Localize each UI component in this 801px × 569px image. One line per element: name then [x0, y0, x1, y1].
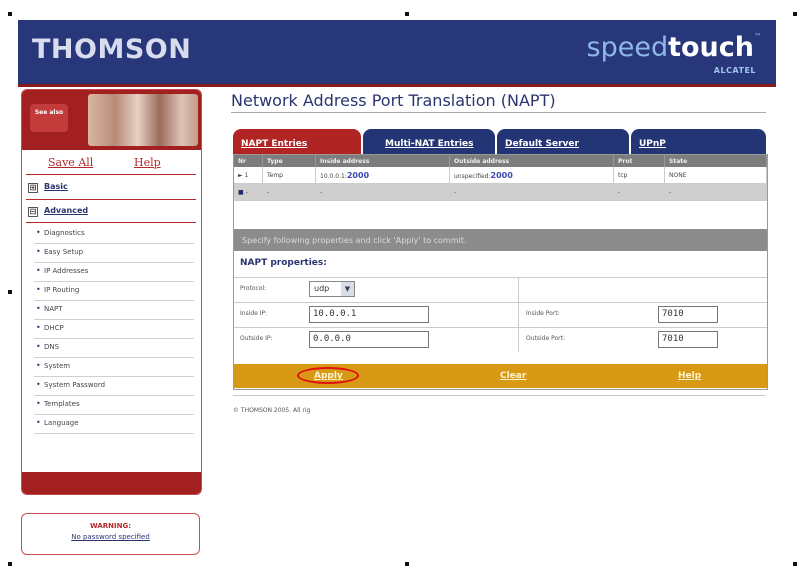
protocol-select[interactable]: udp ▼	[309, 281, 355, 297]
form-row-outside: Outside IP: 0.0.0.0 Outside Port: 7010	[234, 327, 767, 352]
corner-handle	[405, 562, 409, 566]
sidebar-item-system[interactable]: • System	[34, 359, 194, 377]
divider	[26, 222, 196, 223]
inside-port-input[interactable]: 7010	[658, 306, 718, 323]
row-cell-outside: unspecified:2000	[449, 167, 614, 184]
row-cell-type: Temp	[262, 167, 316, 184]
table-row[interactable]: ► 1 Temp 10.0.0.1:2000 unspecified:2000 …	[234, 167, 767, 184]
outside-port-label: Outside Port:	[526, 335, 565, 342]
outside-ip-input[interactable]: 0.0.0.0	[309, 331, 429, 348]
form-row-protocol: Protocol: udp ▼	[234, 277, 767, 302]
divider	[518, 278, 519, 302]
row-cell-state: -	[664, 183, 767, 201]
inside-port-label: Inside Port:	[526, 310, 560, 317]
divider	[233, 395, 766, 396]
sidebar-item-diagnostics[interactable]: • Diagnostics	[34, 226, 194, 244]
sidebar-item-ip-addresses[interactable]: • IP Addresses	[34, 264, 194, 282]
column-header: Outside address	[449, 155, 614, 167]
table-header-row: Nr Type Inside address Outside address P…	[234, 155, 767, 167]
corner-handle	[405, 12, 409, 16]
outside-port-input[interactable]: 7010	[658, 331, 718, 348]
sidebar-item-ip-routing[interactable]: • IP Routing	[34, 283, 194, 301]
table-row[interactable]: ■ - - - - - -	[234, 183, 767, 201]
help-link[interactable]: Help	[134, 156, 161, 169]
warning-box: WARNING: No password specified	[21, 513, 200, 555]
protocol-label: Protocol:	[240, 285, 267, 292]
expand-icon[interactable]: ⊞	[28, 183, 38, 193]
sidebar-item-templates[interactable]: • Templates	[34, 397, 194, 415]
sidebar-section-basic[interactable]: ⊞ Basic	[26, 180, 196, 198]
sidebar-footer	[22, 472, 201, 494]
divider	[26, 199, 196, 200]
row-cell-state: NONE	[664, 167, 767, 184]
alcatel-label: ALCATEL	[713, 66, 756, 75]
no-password-link[interactable]: No password specified	[22, 533, 199, 541]
properties-title: NAPT properties:	[240, 258, 327, 268]
corner-handle	[8, 12, 12, 16]
column-header: Type	[262, 155, 316, 167]
divider	[518, 303, 519, 327]
header-banner: THOMSON speedtouch™ ALCATEL	[18, 20, 776, 87]
napt-table: Nr Type Inside address Outside address P…	[234, 155, 767, 201]
save-all-link[interactable]: Save All	[48, 156, 93, 169]
column-header: Inside address	[315, 155, 450, 167]
sidebar-item-napt[interactable]: • NAPT	[34, 302, 194, 320]
divider	[518, 328, 519, 352]
row-cell-type: -	[262, 183, 316, 201]
sidebar-item-dns[interactable]: • DNS	[34, 340, 194, 358]
sidebar-item-language[interactable]: • Language	[34, 416, 194, 434]
new-entry-icon[interactable]: ■	[238, 189, 244, 196]
row-cell-inside: 10.0.0.1:2000	[315, 167, 450, 184]
tab-bar: NAPT Entries Multi-NAT Entries Default S…	[233, 129, 766, 154]
sidebar-links: Save All Help	[22, 156, 201, 176]
corner-handle	[793, 12, 797, 16]
tab-default-server[interactable]: Default Server	[497, 129, 629, 154]
sidebar: See also Save All Help ⊞ Basic ⊟ Advance…	[21, 89, 202, 495]
see-also-button[interactable]: See also	[30, 104, 68, 132]
row-pointer-icon[interactable]: ►	[238, 172, 243, 179]
help-button[interactable]: Help	[678, 371, 701, 381]
tab-upnp[interactable]: UPnP	[631, 129, 766, 154]
corner-handle	[793, 562, 797, 566]
corner-handle	[8, 290, 12, 294]
row-cell-outside: -	[449, 183, 614, 201]
sidebar-banner: See also	[22, 90, 201, 150]
outside-ip-label: Outside IP:	[240, 335, 273, 342]
chevron-down-icon[interactable]: ▼	[341, 282, 354, 296]
form-row-inside: Inside IP: 10.0.0.1 Inside Port: 7010	[234, 302, 767, 327]
copyright-text: © THOMSON 2005. All rig	[233, 407, 311, 414]
inside-ip-label: Inside IP:	[240, 310, 268, 317]
sidebar-item-system-password[interactable]: • System Password	[34, 378, 194, 396]
column-header: Nr	[234, 155, 263, 167]
inside-ip-input[interactable]: 10.0.0.1	[309, 306, 429, 323]
row-cell-prot: tcp	[613, 167, 665, 184]
column-header: Prot	[613, 155, 665, 167]
instruction-bar: Specify following properties and click '…	[234, 229, 767, 251]
thomson-logo: THOMSON	[32, 34, 192, 65]
row-cell-prot: -	[613, 183, 665, 201]
warning-title: WARNING:	[89, 522, 132, 530]
tab-napt-entries[interactable]: NAPT Entries	[233, 129, 361, 154]
sidebar-item-dhcp[interactable]: • DHCP	[34, 321, 194, 339]
divider	[231, 112, 766, 113]
page-title: Network Address Port Translation (NAPT)	[231, 91, 556, 110]
highlight-circle	[297, 367, 359, 384]
row-cell-inside: -	[315, 183, 450, 201]
people-photo	[88, 94, 198, 146]
clear-button[interactable]: Clear	[500, 371, 526, 381]
corner-handle	[8, 562, 12, 566]
tab-multi-nat-entries[interactable]: Multi-NAT Entries	[363, 129, 495, 154]
collapse-icon[interactable]: ⊟	[28, 207, 38, 217]
row-cell-nr[interactable]: ■ -	[234, 183, 263, 201]
sidebar-section-advanced[interactable]: ⊟ Advanced	[26, 204, 196, 222]
row-cell-nr[interactable]: ► 1	[234, 167, 263, 184]
divider	[26, 174, 196, 175]
sidebar-item-easy-setup[interactable]: • Easy Setup	[34, 245, 194, 263]
napt-panel: Nr Type Inside address Outside address P…	[233, 154, 768, 390]
column-header: State	[664, 155, 767, 167]
action-bar: Apply Clear Help	[234, 364, 767, 388]
redaction-blot	[322, 398, 537, 420]
speedtouch-logo: speedtouch™	[586, 32, 762, 63]
